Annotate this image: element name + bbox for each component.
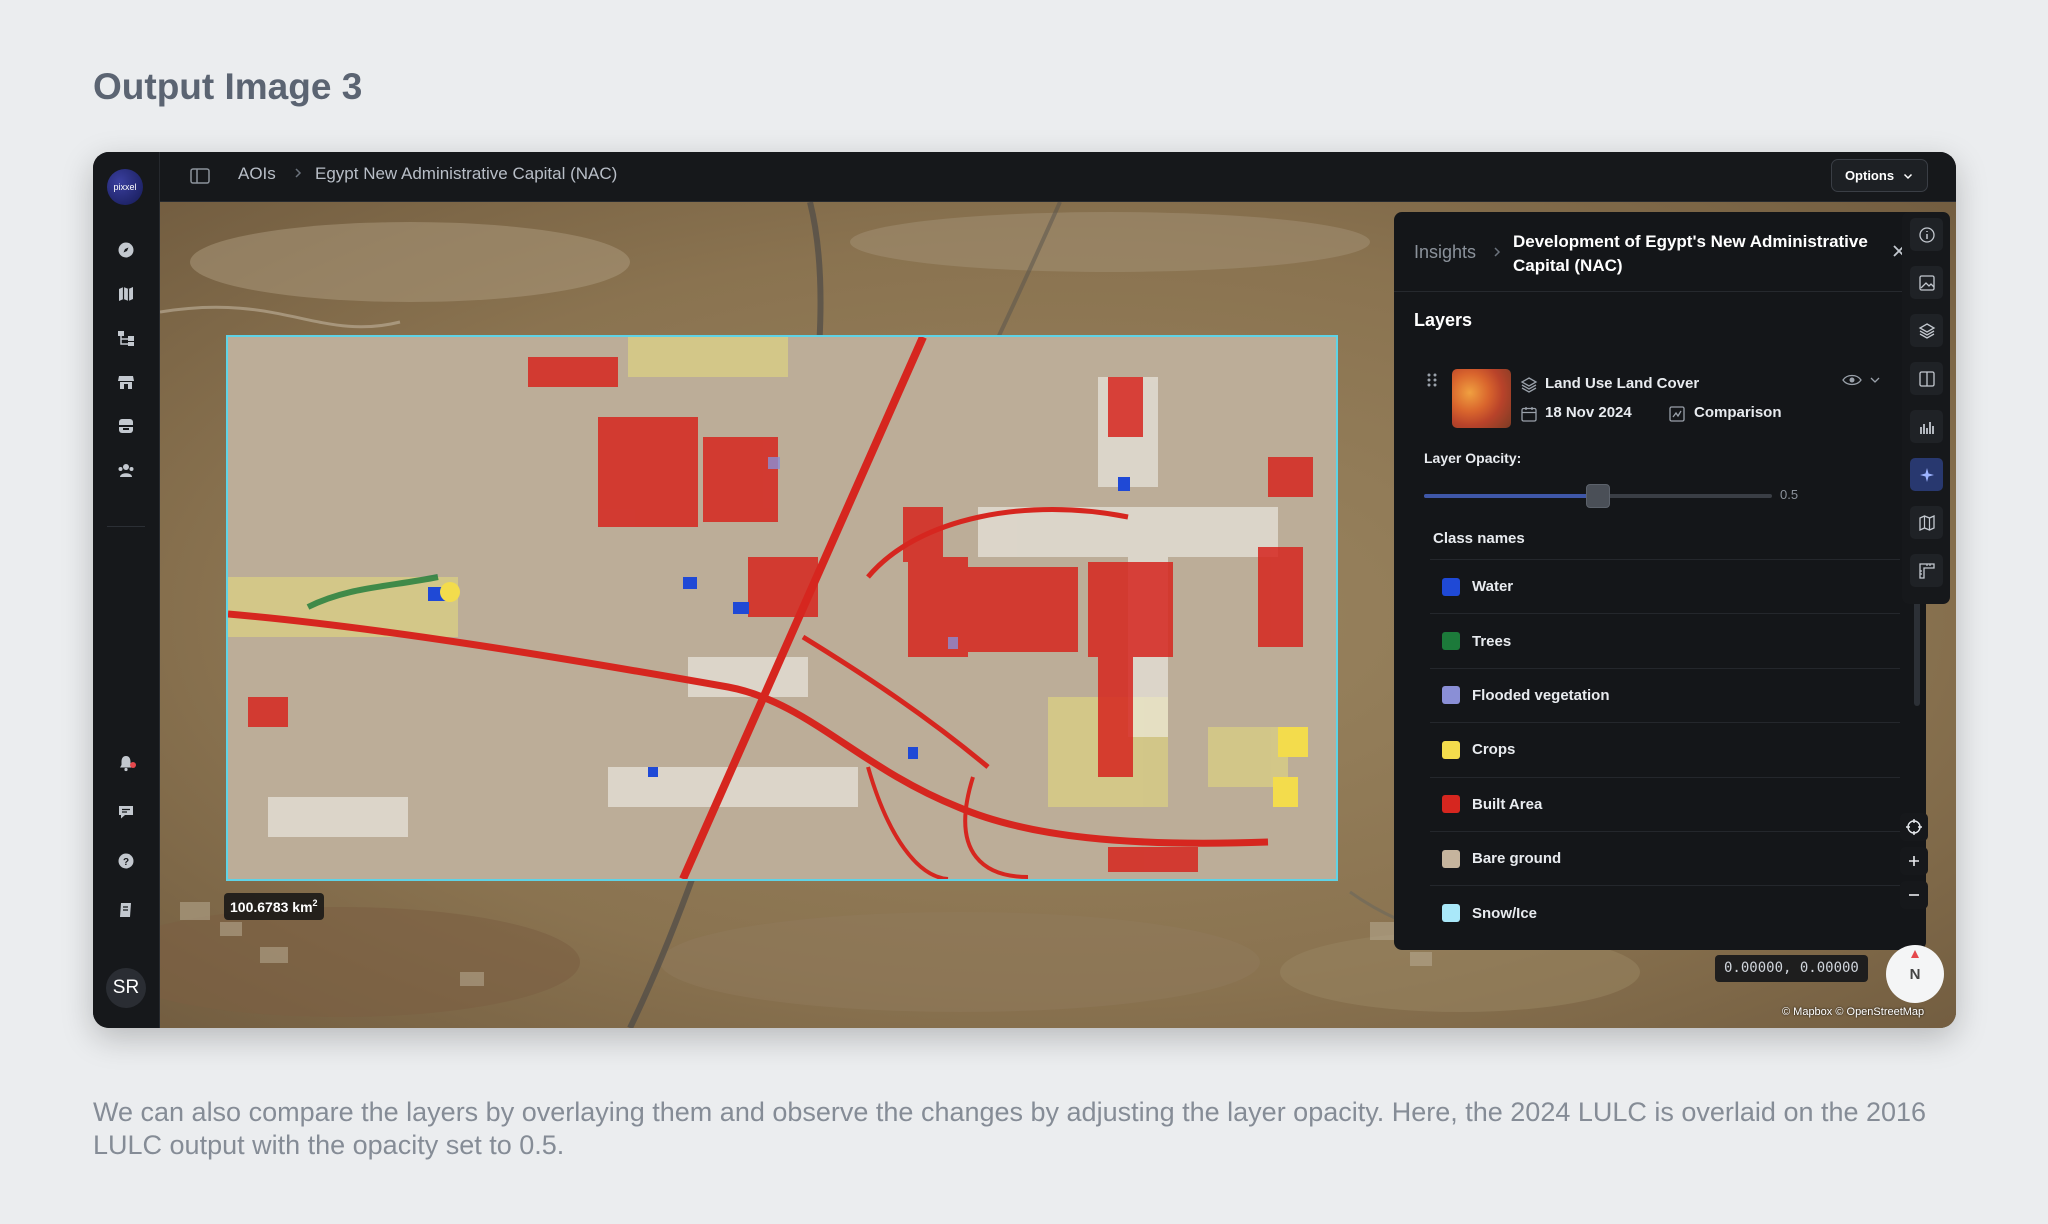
figure-caption: We can also compare the layers by overla… <box>93 1097 1927 1160</box>
image-icon[interactable] <box>1910 266 1943 299</box>
class-legend-item: Trees <box>1430 613 1900 667</box>
opacity-label: Layer Opacity: <box>1424 450 1522 466</box>
layer-thumbnail <box>1452 369 1511 428</box>
class-legend-item: Flooded vegetation <box>1430 667 1900 722</box>
class-legend-item: Snow/Ice <box>1430 885 1900 939</box>
user-avatar[interactable]: SR <box>106 968 146 1008</box>
svg-text:?: ? <box>123 857 129 868</box>
compass-needle-icon <box>1911 950 1919 958</box>
store-nav-icon[interactable] <box>117 373 135 391</box>
class-color-swatch <box>1442 904 1460 923</box>
class-label: Built Area <box>1472 795 1543 813</box>
zoom-out-icon[interactable] <box>1900 881 1928 909</box>
class-label: Crops <box>1472 741 1516 759</box>
opacity-value: 0.5 <box>1780 487 1799 502</box>
class-color-swatch <box>1442 686 1460 705</box>
aoi-area-badge: 100.6783 km2 <box>224 893 324 920</box>
zoom-in-icon[interactable] <box>1900 847 1928 875</box>
options-dropdown-button[interactable]: Options <box>1831 159 1928 192</box>
insight-title: Development of Egypt's New Administrativ… <box>1513 232 1868 275</box>
options-label: Options <box>1844 168 1895 183</box>
map-nav-icon[interactable] <box>117 285 135 303</box>
breadcrumb-aois-link[interactable]: AOIs <box>238 163 276 185</box>
sidebar: pixxel ? SR <box>93 152 160 1028</box>
visibility-eye-icon[interactable] <box>1842 372 1862 388</box>
breadcrumb-current: Egypt New Administrative Capital (NAC) <box>315 164 618 183</box>
docs-icon[interactable] <box>117 901 135 919</box>
chevron-right-icon <box>1490 244 1504 260</box>
sidebar-divider <box>107 526 145 527</box>
workflow-nav-icon[interactable] <box>117 329 135 347</box>
class-legend-item: Water <box>1430 559 1900 613</box>
top-bar: AOIs Egypt New Administrative Capital (N… <box>160 152 1956 202</box>
ai-sparkle-icon[interactable] <box>1910 458 1943 491</box>
map-attribution[interactable]: © Mapbox © OpenStreetMap <box>1782 1006 1924 1018</box>
drag-handle-icon[interactable] <box>1426 372 1438 388</box>
opacity-slider[interactable] <box>1424 482 1772 510</box>
split-view-icon[interactable] <box>1910 362 1943 395</box>
map-tool-strip <box>1902 212 1950 604</box>
calendar-icon <box>1520 405 1538 423</box>
aoi-lulc-overlay[interactable] <box>226 335 1338 881</box>
class-color-swatch <box>1442 632 1460 651</box>
slider-fill <box>1424 494 1598 498</box>
notification-badge <box>130 762 136 768</box>
class-legend-item: Bare ground <box>1430 830 1900 885</box>
lulc-classification-layer <box>228 337 1336 879</box>
insights-header: Insights Development of Egypt's New Admi… <box>1394 212 1926 292</box>
chevron-down-icon <box>1904 173 1913 179</box>
layers-stack-icon <box>1520 376 1538 394</box>
compass-nav-icon[interactable] <box>117 241 135 259</box>
comparison-icon <box>1668 405 1686 423</box>
class-label: Trees <box>1472 632 1512 650</box>
layer-mode-label: Comparison <box>1694 404 1782 421</box>
area-unit-superscript: 2 <box>312 898 318 908</box>
app-window: pixxel ? SR AOIs Egypt New Administrativ… <box>93 152 1956 1028</box>
team-nav-icon[interactable] <box>117 461 135 479</box>
feedback-icon[interactable] <box>117 803 135 821</box>
class-legend-list: Water Trees Flooded vegetation Crops Built A… <box>1430 559 1900 940</box>
class-color-swatch <box>1442 795 1460 814</box>
chevron-right-icon <box>291 164 305 182</box>
locate-crosshair-icon[interactable] <box>1900 813 1928 841</box>
archive-nav-icon[interactable] <box>117 417 135 435</box>
insights-breadcrumb-link[interactable]: Insights <box>1414 242 1476 263</box>
map-book-icon[interactable] <box>1910 506 1943 539</box>
layer-date: 18 Nov 2024 <box>1545 404 1632 421</box>
area-value: 100.6783 km <box>230 898 313 915</box>
app-logo[interactable]: pixxel <box>107 169 143 205</box>
page-title: Output Image 3 <box>93 66 363 107</box>
insights-panel: Insights Development of Egypt's New Admi… <box>1394 212 1926 950</box>
class-color-swatch <box>1442 740 1460 759</box>
info-icon[interactable] <box>1910 218 1943 251</box>
class-names-heading: Class names <box>1433 530 1525 547</box>
class-legend-item: Crops <box>1430 722 1900 776</box>
compass-north-button[interactable]: N <box>1886 945 1944 1003</box>
slider-thumb[interactable] <box>1586 484 1610 508</box>
map-canvas[interactable]: 100.6783 km2 Insights Development of Egy… <box>160 202 1956 1028</box>
chart-icon[interactable] <box>1910 410 1943 443</box>
class-color-swatch <box>1442 577 1460 596</box>
layers-heading: Layers <box>1414 310 1473 330</box>
compass-label: N <box>1909 965 1921 983</box>
class-label: Snow/Ice <box>1472 904 1538 922</box>
cursor-coordinates: 0.00000, 0.00000 <box>1715 955 1868 982</box>
ruler-measure-icon[interactable] <box>1910 554 1943 587</box>
sidebar-toggle-icon[interactable] <box>190 167 210 185</box>
class-legend-item: Built Area <box>1430 776 1900 831</box>
class-label: Flooded vegetation <box>1472 686 1610 704</box>
chevron-down-icon[interactable] <box>1868 373 1882 387</box>
help-icon[interactable]: ? <box>117 852 135 870</box>
class-label: Water <box>1472 578 1514 596</box>
layers-icon[interactable] <box>1910 314 1943 347</box>
class-color-swatch <box>1442 849 1460 868</box>
class-label: Bare ground <box>1472 850 1562 868</box>
layer-name: Land Use Land Cover <box>1545 375 1700 392</box>
